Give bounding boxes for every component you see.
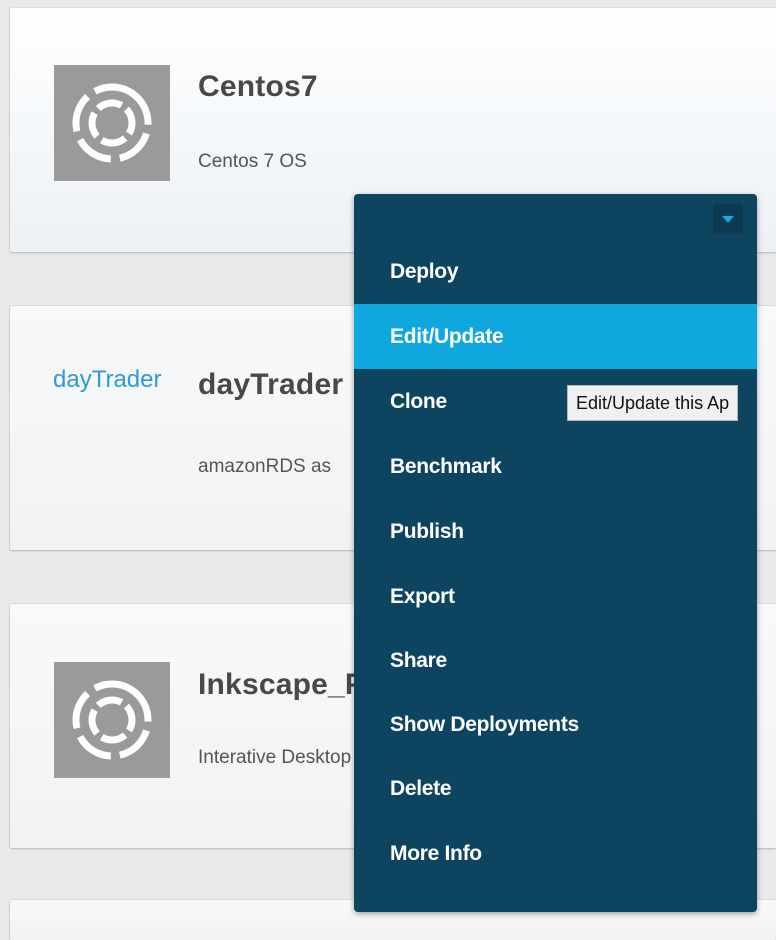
menu-toggle-button[interactable] (713, 204, 743, 234)
menu-item-publish[interactable]: Publish (354, 499, 757, 564)
app-description: amazonRDS as (198, 456, 332, 477)
menu-item-edit-update[interactable]: Edit/Update (354, 304, 757, 369)
app-title[interactable]: dayTrader (198, 368, 343, 402)
app-placeholder-icon (54, 662, 170, 778)
menu-item-deploy[interactable]: Deploy (354, 239, 757, 304)
app-title[interactable]: Centos7 (198, 70, 318, 104)
app-actions-menu: Deploy Edit/Update Clone Benchmark Publi… (354, 194, 757, 912)
app-description: Centos 7 OS (198, 151, 307, 172)
menu-item-more-info[interactable]: More Info (354, 821, 757, 886)
edit-update-tooltip: Edit/Update this Ap (567, 385, 739, 421)
menu-item-export[interactable]: Export (354, 564, 757, 629)
app-placeholder-icon (54, 65, 170, 181)
caret-down-icon (722, 216, 734, 223)
menu-item-show-deployments[interactable]: Show Deployments (354, 692, 757, 757)
daytrader-logo: dayTrader (53, 366, 162, 393)
menu-item-share[interactable]: Share (354, 628, 757, 693)
menu-item-delete[interactable]: Delete (354, 756, 757, 821)
menu-item-benchmark[interactable]: Benchmark (354, 434, 757, 499)
